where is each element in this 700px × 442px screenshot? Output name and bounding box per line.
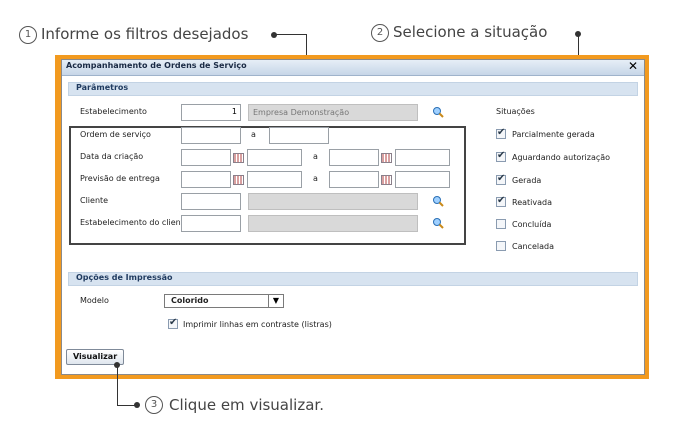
- previsao-label: Previsão de entrega: [80, 174, 160, 183]
- situacao-label: Reativada: [512, 198, 552, 207]
- ordem-label: Ordem de serviço: [80, 130, 151, 139]
- situacao-label: Cancelada: [512, 242, 554, 251]
- situacoes-label: Situações: [496, 107, 535, 116]
- data-criacao-to-date[interactable]: [329, 149, 379, 166]
- estabelecimento-name: Empresa Demonstração: [253, 108, 350, 117]
- ordem-range-sep: a: [251, 130, 256, 139]
- search-icon[interactable]: [432, 106, 444, 118]
- dialog-titlebar: Acompanhamento de Ordens de Serviço ✕: [62, 59, 644, 76]
- situacao-checkbox[interactable]: [496, 150, 506, 162]
- annotation-1-number: 1: [19, 26, 37, 44]
- estab-cliente-label: Estabelecimento do cliente: [80, 218, 189, 227]
- situacao-label: Concluída: [512, 220, 552, 229]
- parametros-title: Parâmetros: [76, 83, 129, 92]
- calendar-icon[interactable]: [233, 175, 244, 185]
- annotation-1-line: [275, 34, 306, 35]
- parametros-header: Parâmetros: [68, 82, 638, 96]
- ordem-from-input[interactable]: [181, 127, 241, 144]
- data-criacao-label: Data da criação: [80, 152, 144, 161]
- previsao-to-time[interactable]: [395, 171, 450, 188]
- search-icon[interactable]: [432, 217, 444, 229]
- annotation-3-top-dot: [114, 362, 120, 368]
- search-icon[interactable]: [432, 195, 444, 207]
- close-icon[interactable]: ✕: [628, 59, 638, 73]
- data-criacao-to-time[interactable]: [395, 149, 450, 166]
- annotation-1-text: Informe os filtros desejados: [41, 25, 249, 43]
- estabelecimento-field[interactable]: 1: [181, 104, 241, 121]
- data-criacao-range-sep: a: [313, 152, 318, 161]
- os-dialog: Acompanhamento de Ordens de Serviço ✕ Pa…: [61, 59, 645, 375]
- estabelecimento-value: 1: [231, 107, 237, 116]
- linhas-contraste-checkbox[interactable]: [168, 317, 178, 329]
- data-criacao-from-date[interactable]: [181, 149, 231, 166]
- annotation-3-text: Clique em visualizar.: [169, 396, 324, 414]
- modelo-select[interactable]: Colorido ▼: [164, 294, 284, 308]
- previsao-range-sep: a: [313, 174, 318, 183]
- calendar-icon[interactable]: [233, 153, 244, 163]
- annotation-3-line-vertical: [117, 365, 118, 405]
- situacao-label: Parcialmente gerada: [512, 130, 595, 139]
- cliente-label: Cliente: [80, 196, 109, 205]
- previsao-to-date[interactable]: [329, 171, 379, 188]
- situacao-label: Gerada: [512, 176, 542, 185]
- annotation-3-number: 3: [145, 396, 163, 414]
- situacao-checkbox[interactable]: [496, 241, 506, 251]
- estab-cliente-code-input[interactable]: [181, 215, 241, 232]
- cliente-name-field: [248, 193, 418, 210]
- cliente-code-input[interactable]: [181, 193, 241, 210]
- situacao-label: Aguardando autorização: [512, 153, 611, 162]
- situacao-checkbox[interactable]: [496, 219, 506, 229]
- impressao-title: Opções de Impressão: [76, 273, 173, 282]
- visualizar-label: Visualizar: [73, 352, 118, 361]
- annotation-3-dot: [134, 402, 140, 408]
- modelo-value: Colorido: [171, 296, 209, 305]
- data-criacao-from-time[interactable]: [247, 149, 302, 166]
- estab-cliente-name-field: [248, 215, 418, 232]
- annotation-1-dot: [271, 32, 277, 38]
- calendar-icon[interactable]: [381, 175, 392, 185]
- previsao-from-time[interactable]: [247, 171, 302, 188]
- ordem-to-input[interactable]: [269, 127, 329, 144]
- dialog-title: Acompanhamento de Ordens de Serviço: [66, 61, 247, 70]
- annotation-2-text: Selecione a situação: [393, 23, 548, 41]
- linhas-contraste-label: Imprimir linhas em contraste (listras): [183, 320, 332, 329]
- situacao-checkbox[interactable]: [496, 127, 506, 139]
- annotation-2-number: 2: [371, 24, 389, 42]
- modelo-label: Modelo: [80, 296, 109, 305]
- previsao-from-date[interactable]: [181, 171, 231, 188]
- calendar-icon[interactable]: [381, 153, 392, 163]
- estabelecimento-name-field: Empresa Demonstração: [248, 104, 418, 121]
- situacao-checkbox[interactable]: [496, 195, 506, 207]
- chevron-down-icon[interactable]: ▼: [268, 295, 283, 307]
- impressao-header: Opções de Impressão: [68, 272, 638, 286]
- situacao-checkbox[interactable]: [496, 173, 506, 185]
- estabelecimento-label: Estabelecimento: [80, 107, 147, 116]
